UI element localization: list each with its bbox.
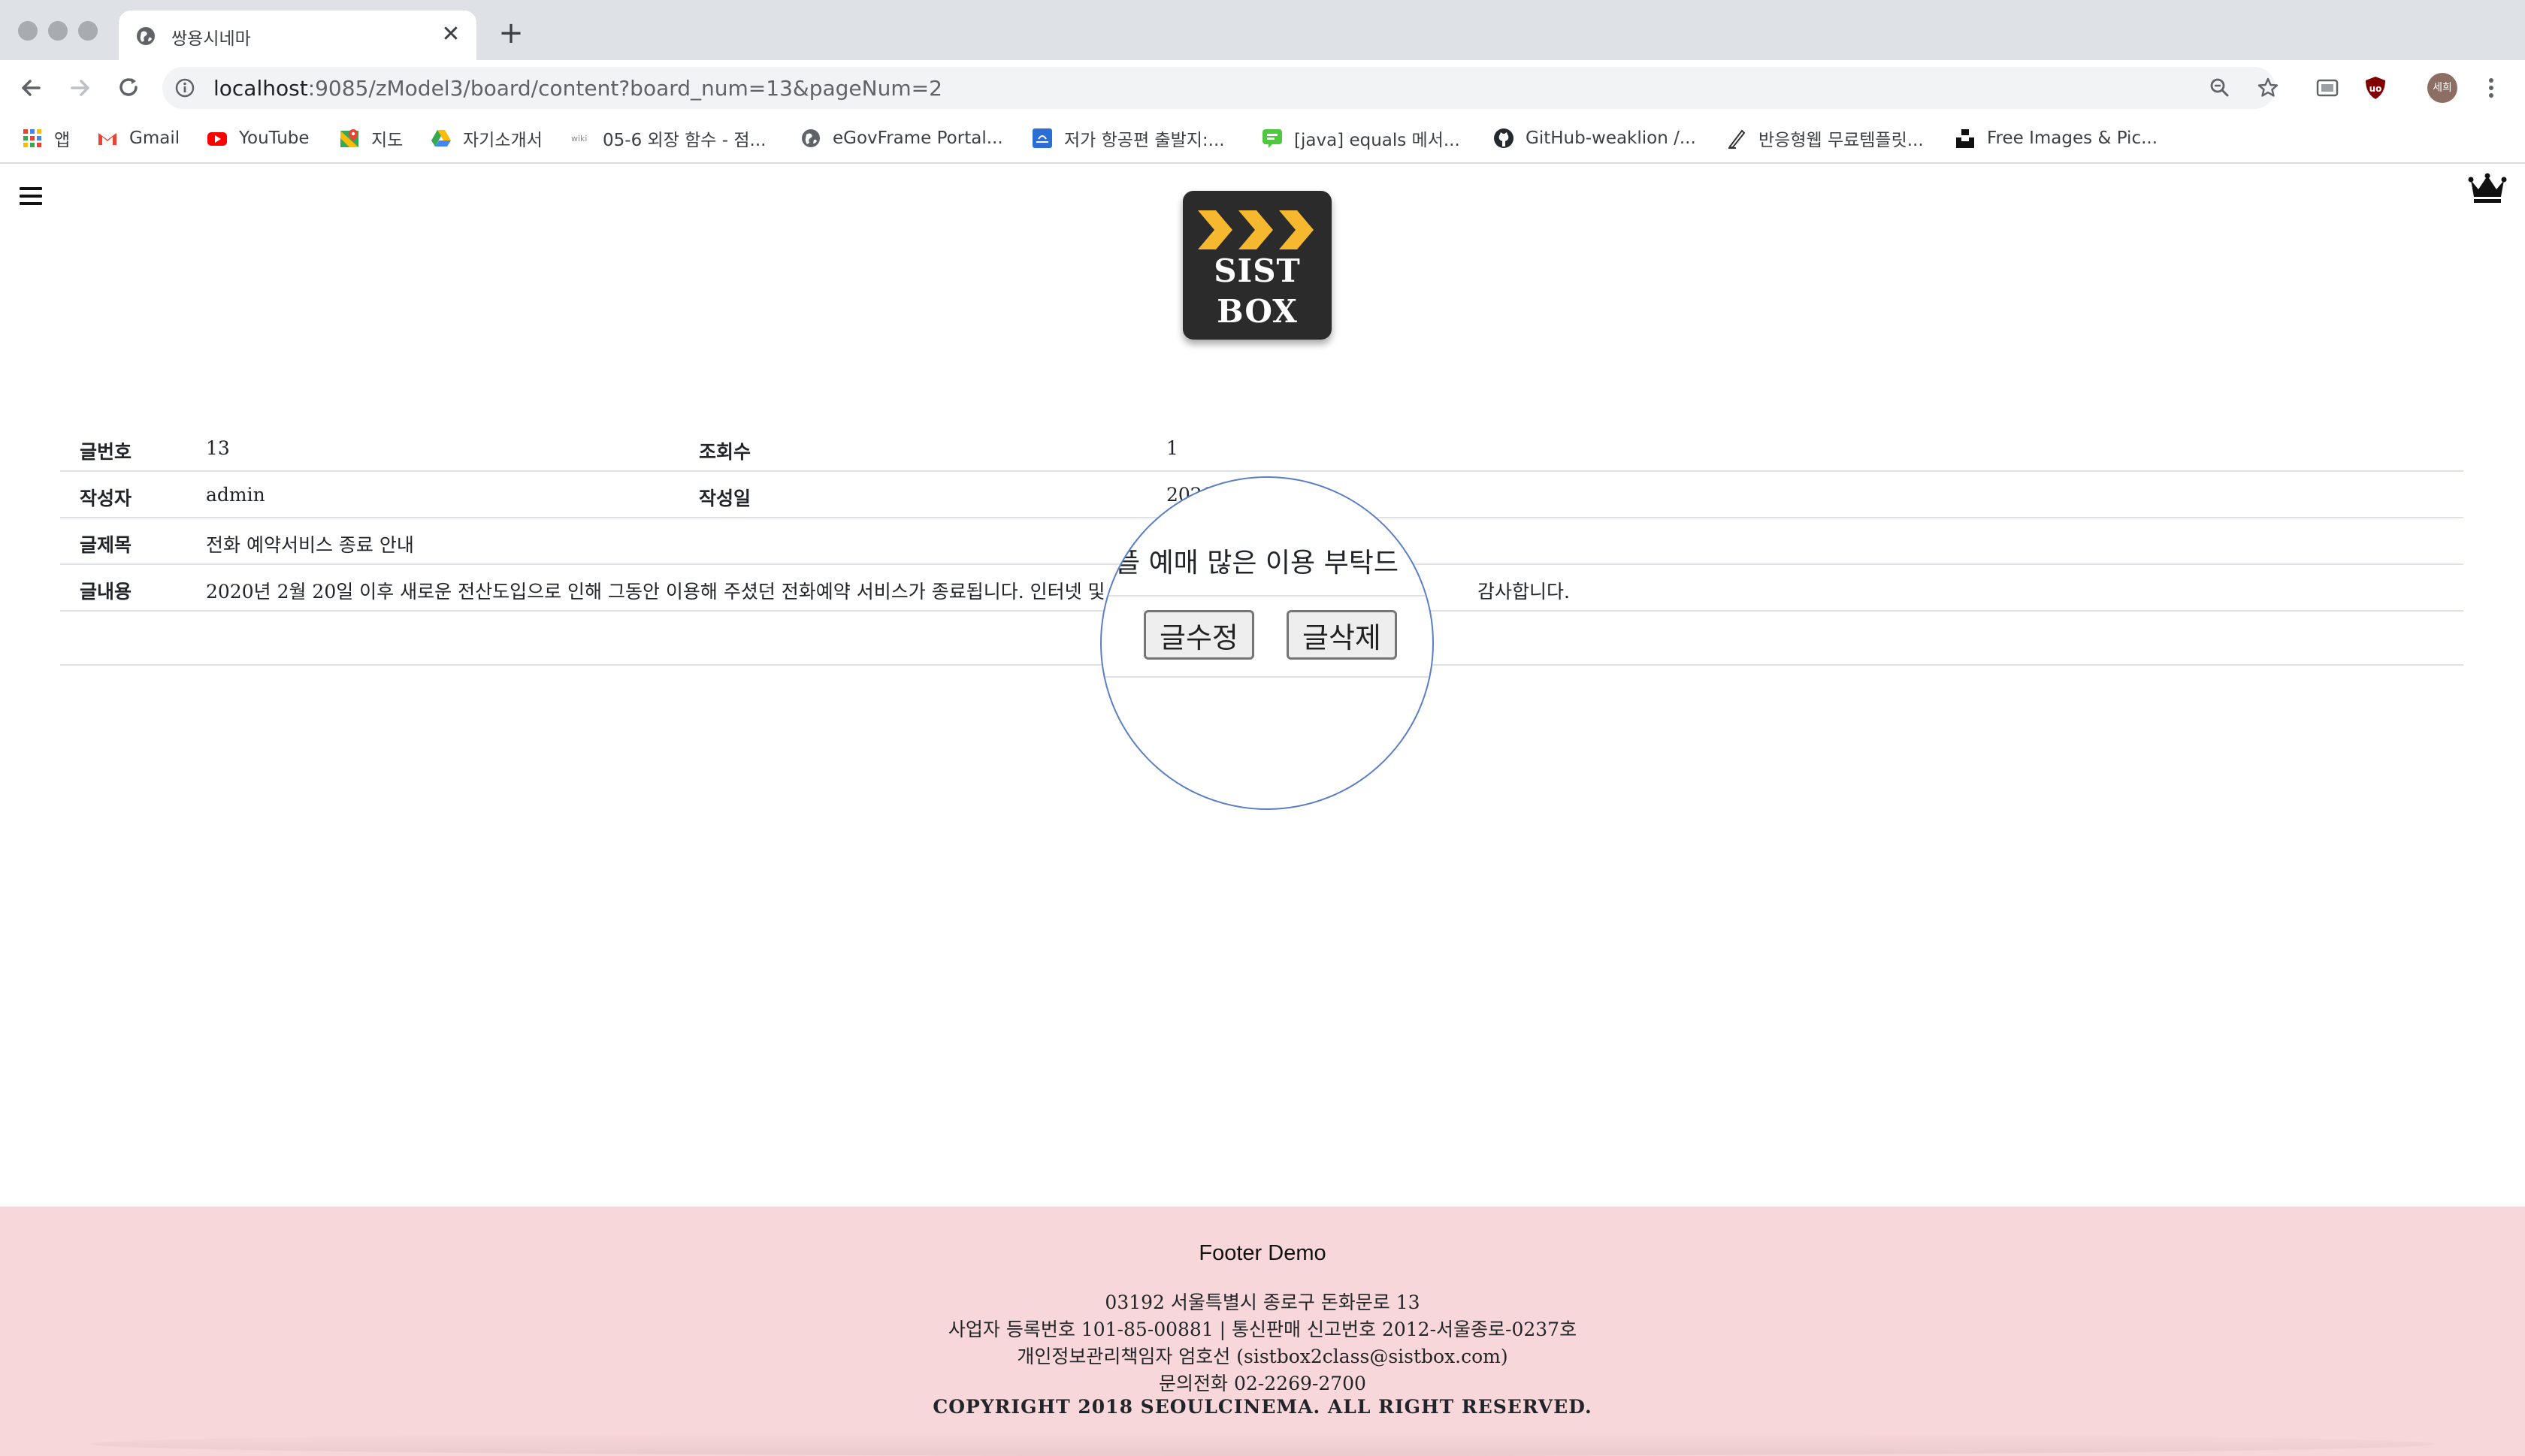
tab-title: 쌍용시네마 [171, 29, 251, 49]
flight-icon [1033, 128, 1052, 148]
footer-copyright: COPYRIGHT 2018 SEOULCINEMA. ALL RIGHT RE… [933, 1396, 1592, 1418]
bookmark-unsplash[interactable]: Free Images & Pic... [1954, 123, 2158, 153]
globe-icon [802, 129, 820, 147]
footer-address: 03192 서울특별시 종로구 돈화문로 13 [1105, 1291, 1420, 1313]
label-content: 글내용 [80, 581, 132, 603]
bookmark-youtube[interactable]: YouTube [206, 123, 310, 153]
window-close-dot[interactable] [18, 21, 38, 41]
lens-content-text: 플 예매 많은 이용 부탁드 [1115, 548, 1399, 578]
reload-icon[interactable] [113, 72, 144, 104]
apps-grid-icon [23, 129, 41, 147]
bookmark-label: GitHub-weaklion /... [1526, 128, 1696, 148]
address-bar[interactable]: localhost:9085/zModel3/board/content?boa… [162, 67, 2279, 109]
value-content-tail: 감사합니다. [1477, 581, 1570, 603]
hamburger-menu-icon[interactable] [18, 185, 45, 207]
bookmark-label: 반응형웹 무료템플릿... [1758, 131, 1924, 150]
footer-business-info: 사업자 등록번호 101-85-00881 | 통신판매 신고번호 2012-서… [948, 1319, 1577, 1340]
youtube-icon [207, 132, 227, 146]
bookmark-label: 저가 항공편 출발지:... [1064, 131, 1225, 150]
bookmark-gmail[interactable]: Gmail [96, 123, 180, 153]
chevrons-logo-icon [1198, 210, 1314, 249]
pen-icon [1728, 129, 1746, 150]
forward-arrow-icon[interactable] [65, 72, 96, 104]
edit-post-button[interactable]: 글수정 [1144, 610, 1254, 660]
window-minimize-dot[interactable] [48, 21, 68, 41]
svg-text:uo: uo [2369, 83, 2382, 94]
bookmark-apps[interactable]: 앱 [21, 123, 70, 153]
value-views: 1 [1166, 437, 1178, 459]
svg-text:wiki: wiki [571, 134, 587, 143]
bookmark-drive[interactable]: 자기소개서 [430, 123, 543, 153]
back-arrow-icon[interactable] [15, 72, 47, 104]
browser-tab-bar: 쌍용시네마 ✕ + [0, 0, 2525, 60]
profile-avatar[interactable]: 세희 [2427, 73, 2457, 103]
value-content: 2020년 2월 20일 이후 새로운 전산도입으로 인해 그동안 이용해 주셨… [206, 581, 1129, 603]
wiki-icon: wiki [571, 134, 587, 143]
bookmark-flights[interactable]: 저가 항공편 출발지:... [1031, 123, 1225, 153]
bookmark-label: YouTube [239, 128, 310, 148]
value-title: 전화 예약서비스 종료 안내 [206, 534, 414, 556]
label-date: 작성일 [699, 488, 751, 509]
label-title: 글제목 [80, 534, 132, 556]
footer-privacy-officer: 개인정보관리책임자 엄호선 (sistbox2class@sistbox.com… [1017, 1346, 1508, 1367]
url-path: :9085/zModel3/board/content?board_num=13… [307, 76, 942, 101]
site-info-icon[interactable] [174, 77, 195, 98]
bookmark-label: 자기소개서 [463, 131, 543, 150]
tab-close-icon[interactable]: ✕ [437, 21, 464, 48]
bookmark-label: [java] equals 메서... [1294, 131, 1460, 150]
bookmark-label: Free Images & Pic... [1987, 128, 2158, 148]
label-views: 조회수 [699, 441, 751, 463]
browser-tab[interactable]: 쌍용시네마 ✕ [119, 11, 476, 60]
footer-phone: 문의전화 02-2269-2700 [1159, 1373, 1366, 1394]
gmail-icon [98, 133, 116, 145]
unsplash-icon [1956, 129, 1974, 148]
lens-row-divider [1102, 676, 1432, 678]
github-icon [1494, 128, 1513, 148]
cast-media-icon[interactable] [2315, 75, 2340, 101]
label-post-number: 글번호 [80, 441, 132, 463]
ublock-extension-icon[interactable]: uo [2363, 75, 2388, 101]
sistbox-logo[interactable]: SIST BOX [1183, 191, 1332, 340]
lens-row-divider [1102, 595, 1432, 597]
bookmark-java-equals[interactable]: [java] equals 메서... [1261, 123, 1460, 153]
bookmark-label: 지도 [371, 131, 404, 150]
bookmark-label: Gmail [129, 128, 180, 148]
footer-title: Footer Demo [1199, 1241, 1326, 1265]
more-menu-icon[interactable] [2478, 75, 2504, 101]
window-maximize-dot[interactable] [78, 21, 98, 41]
table-row: 글번호 13 조회수 1 [60, 425, 2463, 472]
label-author: 작성자 [80, 488, 132, 509]
bookmark-egovframe[interactable]: eGovFrame Portal... [800, 123, 1003, 153]
browser-toolbar: localhost:9085/zModel3/board/content?boa… [0, 60, 2525, 116]
bookmark-label: 05-6 외장 함수 - 점... [603, 131, 767, 150]
blog-icon [1262, 129, 1282, 148]
logo-text-line1: SIST [1214, 252, 1301, 289]
value-post-number: 13 [206, 437, 230, 459]
footer-shadow [90, 1432, 2435, 1456]
bookmarks-bar: 앱 Gmail YouTube 지도 자기소개서 wiki 05-6 외장 함수… [0, 116, 2525, 164]
bookmark-star-icon[interactable] [2256, 76, 2280, 100]
bookmark-wikidocs[interactable]: wiki 05-6 외장 함수 - 점... [570, 123, 766, 153]
url-text[interactable]: localhost:9085/zModel3/board/content?boa… [213, 76, 942, 101]
bookmark-label: 앱 [54, 131, 71, 150]
site-footer: Footer Demo 03192 서울특별시 종로구 돈화문로 13 사업자 … [0, 1207, 2525, 1456]
maps-icon [340, 129, 358, 147]
drive-icon [431, 130, 451, 147]
url-host: localhost [213, 76, 308, 101]
delete-post-button[interactable]: 글삭제 [1287, 610, 1397, 660]
magnifier-lens: 플 예매 많은 이용 부탁드 글수정 글삭제 [1100, 476, 1434, 810]
globe-icon [137, 27, 155, 45]
bookmark-responsive-templates[interactable]: 반응형웹 무료템플릿... [1725, 123, 1924, 153]
zoom-icon[interactable] [2208, 76, 2232, 100]
new-tab-icon[interactable]: + [496, 18, 526, 48]
bookmark-label: eGovFrame Portal... [833, 128, 1003, 148]
bookmark-github[interactable]: GitHub-weaklion /... [1492, 123, 1696, 153]
value-author: admin [206, 484, 265, 506]
crown-icon[interactable] [2468, 173, 2507, 204]
logo-text-line2: BOX [1217, 293, 1298, 330]
bookmark-maps[interactable]: 지도 [338, 123, 403, 153]
